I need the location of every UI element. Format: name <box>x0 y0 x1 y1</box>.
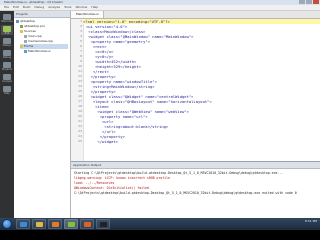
code-editor[interactable]: MainWindow.ui 1 2 3 4 5 6 7 8 9 10 11 12 13 14 15 16 17 1… <box>71 11 320 161</box>
taskbar-app-button[interactable] <box>16 219 30 229</box>
mode-analyze[interactable]: Analyze <box>1 73 13 83</box>
mode-welcome[interactable]: Welcome <box>1 13 13 23</box>
tree-item-mainwindow-ui[interactable]: MainWindow.ui <box>24 49 50 54</box>
taskbar-app-button[interactable] <box>80 219 94 229</box>
project-icon <box>16 20 19 23</box>
explorer-icon <box>35 222 43 227</box>
folder-icon <box>20 45 23 48</box>
taskbar: 8:51 PM <box>0 218 320 230</box>
letterbox-bar <box>0 230 320 240</box>
output-line: C:\QtProjects\qtdesktop\build-qtdesktop-… <box>74 191 297 195</box>
menu-tools[interactable]: Tools <box>64 5 71 10</box>
mode-projects[interactable]: Projects <box>1 61 13 71</box>
output-line: libpng warning: iCCP: known incorrect sR… <box>74 176 170 180</box>
application-output-pane: Application Output Starting C:\QtProject… <box>71 161 320 219</box>
menu-analyze[interactable]: Analyze <box>48 5 60 10</box>
taskbar-app-button[interactable] <box>96 219 110 229</box>
menu-edit[interactable]: Edit <box>13 5 19 10</box>
editor-tab[interactable]: MainWindow.ui <box>71 11 105 18</box>
mode-selector: Welcome Edit Design Debug Projects Analy… <box>0 11 14 218</box>
code-line: </widget> <box>86 139 119 144</box>
project-tree-pane: Projects qtdesktop qtdesktop.pro Sources… <box>14 11 71 218</box>
output-line: Starting C:\QtProjects\qtdesktop\build-q… <box>74 171 284 175</box>
mode-debug[interactable]: Debug <box>1 49 13 59</box>
output-line: QWindowsContext: OleInitialize() failed <box>74 186 149 190</box>
project-pane-header: Projects <box>14 11 70 18</box>
menu-debug[interactable]: Debug <box>34 5 44 10</box>
start-button[interactable] <box>2 219 12 229</box>
code-area[interactable]: <?xml version="1.0" encoding="UTF-8"?> <u… <box>83 19 320 161</box>
minimize-button[interactable] <box>299 0 305 4</box>
menu-help[interactable]: Help <box>91 5 98 10</box>
mode-edit[interactable]: Edit <box>1 25 13 35</box>
output-pane-header: Application Output <box>71 162 320 169</box>
line-number-gutter: 1 2 3 4 5 6 7 8 9 10 11 12 13 14 15 16 17 18 19 20 21 22 23 24 2… <box>71 19 84 161</box>
taskbar-app-button[interactable] <box>48 219 62 229</box>
taskbar-app-button[interactable] <box>32 219 46 229</box>
screen: MainWindow.ui - qtdesktop - Qt Creator F… <box>0 0 320 240</box>
close-button[interactable] <box>313 0 319 4</box>
maximize-button[interactable] <box>306 0 312 4</box>
menu-file[interactable]: File <box>4 5 9 10</box>
menu-window[interactable]: Window <box>75 5 87 10</box>
cmd-icon <box>99 222 107 227</box>
folder-icon <box>20 30 23 33</box>
clock-time: 8:51 PM <box>304 219 317 223</box>
menu-build[interactable]: Build <box>23 5 31 10</box>
ie-icon <box>19 222 27 227</box>
ui-file-icon <box>24 50 27 53</box>
editor-tab-bar: MainWindow.ui <box>71 11 320 19</box>
file-icon <box>20 25 23 28</box>
media-player-icon <box>51 222 59 227</box>
taskbar-app-button[interactable] <box>64 219 78 229</box>
cpp-file-icon <box>24 35 27 38</box>
cpp-file-icon <box>24 40 27 43</box>
line-number: 25 <box>78 139 82 143</box>
system-clock[interactable]: 8:51 PM <box>305 219 317 224</box>
mode-help[interactable]: Help <box>1 85 13 95</box>
output-line: load: ../../Resources <box>74 181 115 185</box>
qt-creator-icon <box>67 222 75 227</box>
firefox-icon <box>83 222 91 227</box>
mode-design[interactable]: Design <box>1 37 13 47</box>
